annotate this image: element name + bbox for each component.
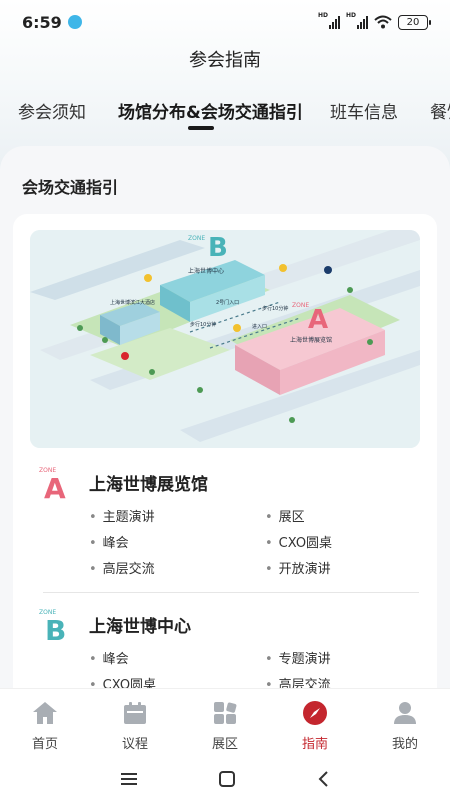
tabbar-item-exhibition[interactable]: 展区 <box>180 689 270 758</box>
zone-b-logo-icon: ZONE B <box>39 609 66 642</box>
tabbar-label: 展区 <box>211 737 238 752</box>
svg-text:步行10分钟: 步行10分钟 <box>190 321 216 328</box>
tabbar-item-guide[interactable]: 指南 <box>270 689 360 758</box>
traffic-guide-card: B ZONE A ZONE 上海世博中心 上海世博滨江大酒店 上海世博展览馆 2… <box>13 214 437 706</box>
tabbar-label: 指南 <box>301 737 328 752</box>
divider <box>43 592 419 593</box>
signal-icon-2: HD <box>346 12 368 29</box>
tab-shuttle[interactable]: 班车信息 <box>330 98 398 123</box>
battery-icon: 20 <box>398 14 431 30</box>
venue-map-illustration: B ZONE A ZONE 上海世博中心 上海世博滨江大酒店 上海世博展览馆 2… <box>30 230 420 448</box>
tabbar-item-profile[interactable]: 我的 <box>360 689 450 758</box>
svg-text:ZONE: ZONE <box>292 302 309 309</box>
user-icon <box>391 699 419 727</box>
content-panel: 会场交通指引 B ZONE A ZONE 上海世博中心 上海世博滨江大酒店 上海… <box>0 146 450 706</box>
venue-item: 峰会 <box>89 648 129 667</box>
venue-item: 主题演讲 <box>89 506 155 525</box>
section-title: 会场交通指引 <box>22 178 119 197</box>
svg-text:进入口: 进入口 <box>252 323 267 330</box>
tabbar-item-agenda[interactable]: 议程 <box>90 689 180 758</box>
wifi-icon <box>374 15 392 29</box>
venue-item: CXO圆桌 <box>265 532 332 551</box>
svg-text:ZONE: ZONE <box>188 235 205 242</box>
menu-icon[interactable] <box>120 771 138 787</box>
app-notification-icon <box>67 15 82 29</box>
venue-item: 高层交流 <box>89 558 155 577</box>
svg-text:上海世博展览馆: 上海世博展览馆 <box>290 336 332 344</box>
tab-bar: 参会须知 场馆分布&会场交通指引 班车信息 餐饮 <box>0 92 450 132</box>
venue-map[interactable]: B ZONE A ZONE 上海世博中心 上海世博滨江大酒店 上海世博展览馆 2… <box>30 230 420 448</box>
tabbar-label: 我的 <box>391 737 418 752</box>
svg-text:2号门入口: 2号门入口 <box>216 299 239 306</box>
svg-text:B: B <box>45 614 66 642</box>
home-square-icon[interactable] <box>218 770 236 788</box>
venue-item: 峰会 <box>89 532 129 551</box>
svg-text:上海世博滨江大酒店: 上海世博滨江大酒店 <box>110 299 155 306</box>
tabbar-label: 首页 <box>31 737 58 752</box>
venue-item: 开放演讲 <box>265 558 331 577</box>
compass-icon <box>301 699 329 727</box>
svg-text:步行10分钟: 步行10分钟 <box>262 305 288 312</box>
back-icon[interactable] <box>316 770 330 788</box>
svg-text:上海世博中心: 上海世博中心 <box>188 267 224 275</box>
tabbar-item-home[interactable]: 首页 <box>0 689 90 758</box>
system-nav-bar <box>0 758 450 800</box>
home-icon <box>31 699 59 727</box>
tab-notice[interactable]: 参会须知 <box>18 98 86 123</box>
grid-icon <box>211 699 239 727</box>
venue-item: 专题演讲 <box>265 648 331 667</box>
tab-dining[interactable]: 餐饮 <box>430 98 450 123</box>
svg-text:A: A <box>308 305 328 335</box>
venue-item: 展区 <box>265 506 305 525</box>
bottom-tab-bar: 首页 议程 展区 指南 我的 <box>0 688 450 758</box>
zone-a-logo-icon: ZONE A <box>39 467 66 500</box>
tabbar-label: 议程 <box>121 737 148 752</box>
svg-text:A: A <box>44 472 66 500</box>
svg-text:B: B <box>208 233 228 263</box>
signal-icon: HD <box>318 12 340 29</box>
calendar-icon <box>121 699 149 727</box>
venue-name: 上海世博中心 <box>89 617 191 637</box>
page-title: 参会指南 <box>189 50 261 71</box>
venue-name: 上海世博展览馆 <box>89 475 208 495</box>
active-tab-indicator <box>188 126 214 130</box>
status-time: 6:59 <box>22 12 62 32</box>
tab-venue-traffic[interactable]: 场馆分布&会场交通指引 <box>118 98 303 123</box>
status-bar: 6:59 HD HD 20 <box>0 0 450 44</box>
